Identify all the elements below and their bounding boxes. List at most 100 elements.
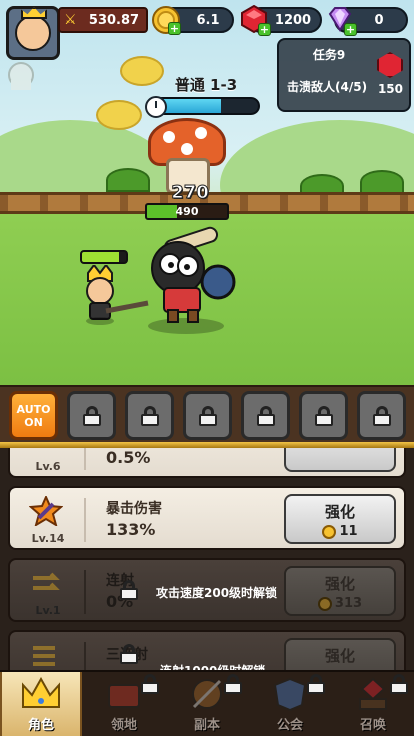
lock-icon (140, 405, 159, 426)
ruby-reward-icon (377, 52, 403, 78)
nav-tab-territory[interactable]: 领地 (83, 672, 165, 736)
quest-description: 击溃敌人(4/5) (287, 80, 368, 94)
row-divider (84, 448, 86, 470)
fern-icon (360, 170, 404, 194)
unlock-requirement: 连射1000级时解锁 (160, 662, 265, 670)
critical-damage-icon (28, 496, 64, 526)
upgrade-value: 0.5% (106, 448, 151, 467)
upgrade-button-disabled[interactable]: 强化 313 (284, 566, 396, 616)
quest-reward-amount: 150 (377, 82, 403, 96)
lock-icon (141, 674, 159, 694)
row-divider (84, 570, 86, 614)
crown-icon (21, 7, 47, 19)
upgrade-button[interactable]: 强化 11 (284, 494, 396, 544)
stage-title: 普通 1-3 (174, 76, 238, 94)
bottom-nav: 角色 领地 副本 公会 召唤 (0, 670, 414, 736)
gold-value: 6.1 (196, 12, 220, 28)
lock-icon (390, 674, 408, 694)
timer-icon (145, 96, 167, 118)
lock-icon (256, 405, 275, 426)
territory-icon (103, 676, 145, 712)
nav-tab-guild[interactable]: 公会 (249, 672, 331, 736)
combat-power-value: 530.87 (88, 12, 140, 28)
upgrade-button-disabled[interactable]: 强化 (284, 638, 396, 670)
add-gold-icon[interactable]: + (168, 22, 181, 35)
enemy-hp-bar: 490 (145, 203, 229, 220)
nav-label: 角色 (27, 718, 54, 733)
ruby-icon: + (240, 4, 271, 36)
lock-icon (224, 674, 242, 694)
nav-tab-dungeon[interactable]: 副本 (166, 672, 248, 736)
upgrade-button[interactable]: 46 (284, 448, 396, 472)
upgrade-button-label: 强化 (324, 503, 355, 521)
ruby-value: 1200 (274, 12, 312, 28)
diamond-value: 0 (374, 12, 384, 28)
ghost-icon (2, 58, 40, 96)
lock-icon (120, 644, 138, 664)
damage-number: 270 (171, 182, 210, 204)
upgrade-row-locked: Lv.1 连射 0% 攻击速度200级时解锁 强化 313 (8, 558, 406, 622)
upgrade-button-label: 强化 (324, 575, 355, 593)
lock-icon (307, 674, 325, 694)
auto-label: AUTO (16, 402, 51, 416)
nav-tab-character[interactable]: 角色 (0, 672, 82, 736)
fern-icon (106, 168, 150, 192)
row-divider (84, 642, 86, 670)
lock-icon (198, 405, 217, 426)
quest-panel[interactable]: 任务9 击溃敌人(4/5) 150 (277, 38, 411, 112)
auto-state-label: ON (24, 415, 43, 429)
upgrade-row-locked: 三连射 连射1000级时解锁 强化 (8, 630, 406, 670)
upgrade-list[interactable]: Lv.6 0.5% 46 Lv.14 暴击伤害 133% 强化 11 Lv.1 … (0, 448, 414, 670)
upgrade-row: Lv.14 暴击伤害 133% 强化 11 (8, 486, 406, 550)
nav-tab-summon[interactable]: 召唤 (332, 672, 414, 736)
guild-icon (269, 676, 311, 712)
hero-hp-fill (82, 252, 120, 262)
lock-icon (120, 580, 138, 600)
gold-coin-icon (317, 596, 332, 611)
dungeon-icon (186, 676, 228, 712)
upgrade-level: Lv.14 (31, 532, 65, 545)
locked-skill-slot[interactable] (241, 391, 290, 440)
lock-icon (372, 405, 391, 426)
lock-icon (82, 405, 101, 426)
locked-skill-slot[interactable] (357, 391, 406, 440)
nav-label: 公会 (276, 718, 303, 733)
quest-title: 任务9 (312, 48, 346, 62)
nav-label: 副本 (193, 718, 220, 733)
triple-shot-icon (28, 640, 64, 670)
upgrade-name: 暴击伤害 (106, 501, 162, 517)
diamond-icon: + (326, 5, 357, 36)
tree-icon (96, 100, 142, 130)
locked-skill-slot[interactable] (125, 391, 174, 440)
enemy-character (148, 226, 236, 334)
locked-skill-slot[interactable] (183, 391, 232, 440)
lock-icon (314, 405, 333, 426)
unlock-requirement: 攻击速度200级时解锁 (156, 586, 278, 600)
summon-icon (352, 676, 394, 712)
sword-icon: ⚔ (64, 12, 77, 28)
nav-label: 召唤 (359, 718, 386, 733)
hero-hp-bar (80, 250, 128, 264)
tree-icon (120, 56, 164, 86)
locked-skill-slot[interactable] (299, 391, 348, 440)
gold-coin-icon: + (152, 6, 181, 35)
multi-shot-icon (28, 568, 64, 598)
upgrade-value: 133% (106, 520, 156, 539)
hero-avatar[interactable] (6, 6, 60, 60)
crown-icon (20, 676, 62, 712)
locked-skill-slot[interactable] (67, 391, 116, 440)
upgrade-row: Lv.6 0.5% 46 (8, 448, 406, 478)
nav-label: 领地 (110, 718, 137, 733)
skill-slot-bar: AUTO ON (0, 385, 414, 442)
upgrade-button-label: 强化 (324, 647, 355, 665)
upgrade-cost: 11 (339, 524, 358, 539)
add-ruby-icon[interactable]: + (258, 23, 271, 36)
add-diamond-icon[interactable]: + (344, 23, 357, 36)
combat-power-display: ⚔ 530.87 (58, 7, 148, 33)
gold-coin-icon (322, 524, 337, 539)
upgrade-level: Lv.1 (35, 604, 61, 617)
upgrade-level: Lv.6 (35, 460, 61, 473)
auto-toggle-button[interactable]: AUTO ON (9, 391, 58, 440)
upgrade-cost: 313 (334, 596, 363, 611)
enemy-hp-value: 490 (175, 205, 199, 218)
